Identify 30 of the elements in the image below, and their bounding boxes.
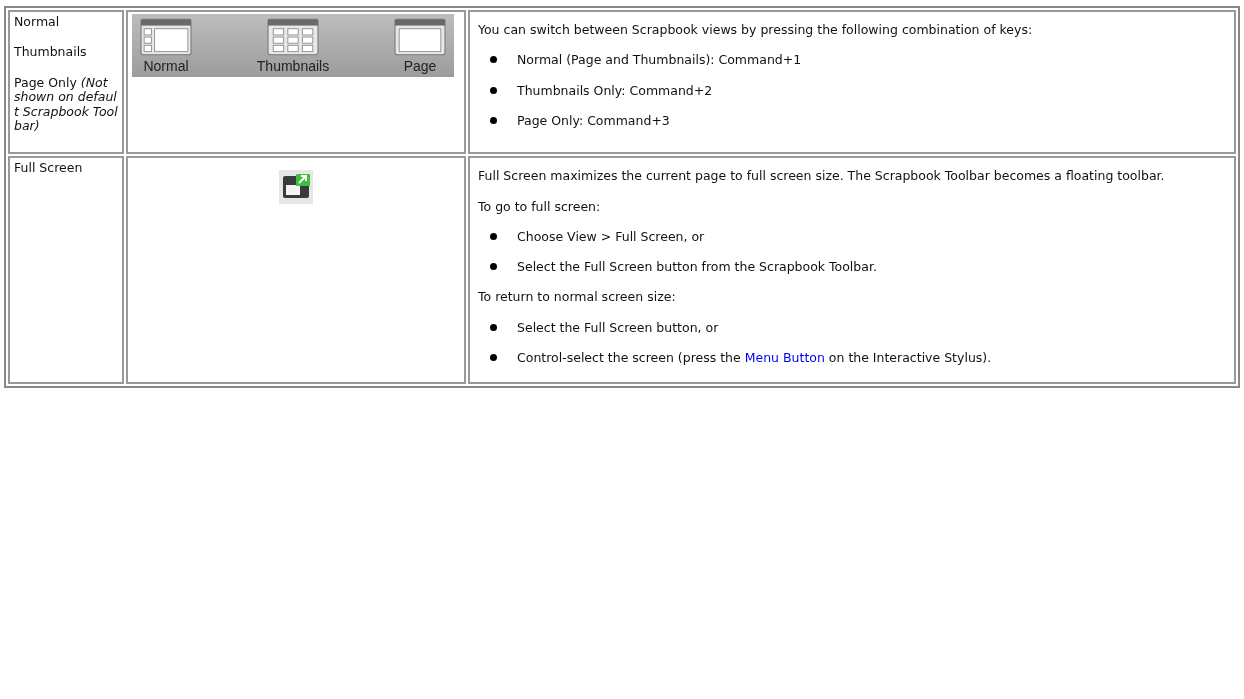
bullet-text: Normal (Page and Thumbnails): Command+1 bbox=[517, 52, 802, 69]
feature-name: Page Only (Not shown on default Scrapbook Toolbar) bbox=[14, 75, 118, 134]
menu-button-link[interactable]: Menu Button bbox=[744, 349, 825, 365]
feature-name: Thumbnails bbox=[14, 45, 88, 60]
thumbnails-view-icon bbox=[267, 18, 319, 56]
page-view-icon bbox=[394, 18, 446, 56]
full-screen-icon bbox=[279, 170, 313, 205]
toolbar-label: Page bbox=[403, 58, 437, 74]
normal-view-icon bbox=[140, 18, 192, 56]
description-text: To go to full screen: bbox=[478, 198, 602, 215]
bullet-icon bbox=[490, 232, 497, 240]
feature-name: Full Screen bbox=[14, 161, 84, 176]
toolbar-label: Thumbnails bbox=[256, 58, 330, 74]
description-text: Full Screen maximizes the current page to full screen size. The Scrapbook Toolbar becomes a floating toolbar. bbox=[478, 168, 1166, 185]
description-text: You can switch between Scrapbook views by pressing the following combination of keys: bbox=[478, 22, 1034, 39]
bullet-text: Select the Full Screen button, or bbox=[517, 319, 719, 336]
bullet-icon bbox=[490, 116, 497, 124]
feature-name: Normal bbox=[14, 15, 61, 30]
toolbar-label: Normal bbox=[143, 58, 189, 74]
bullet-text: Page Only: Command+3 bbox=[517, 112, 670, 129]
bullet-icon bbox=[490, 86, 497, 94]
bullet-text: Choose View > Full Screen, or bbox=[517, 228, 705, 245]
bullet-text: Control-select the screen (press the Menu Button on the Interactive Stylus). bbox=[517, 349, 992, 366]
bullet-icon bbox=[490, 56, 497, 64]
bullet-text: Thumbnails Only: Command+2 bbox=[517, 82, 713, 99]
bullet-icon bbox=[490, 263, 497, 270]
bullet-icon bbox=[490, 353, 497, 361]
bullet-icon bbox=[490, 323, 497, 331]
bullet-text: Select the Full Screen button from the Scrapbook Toolbar. bbox=[517, 259, 877, 276]
description-text: To return to normal screen size: bbox=[478, 289, 677, 306]
